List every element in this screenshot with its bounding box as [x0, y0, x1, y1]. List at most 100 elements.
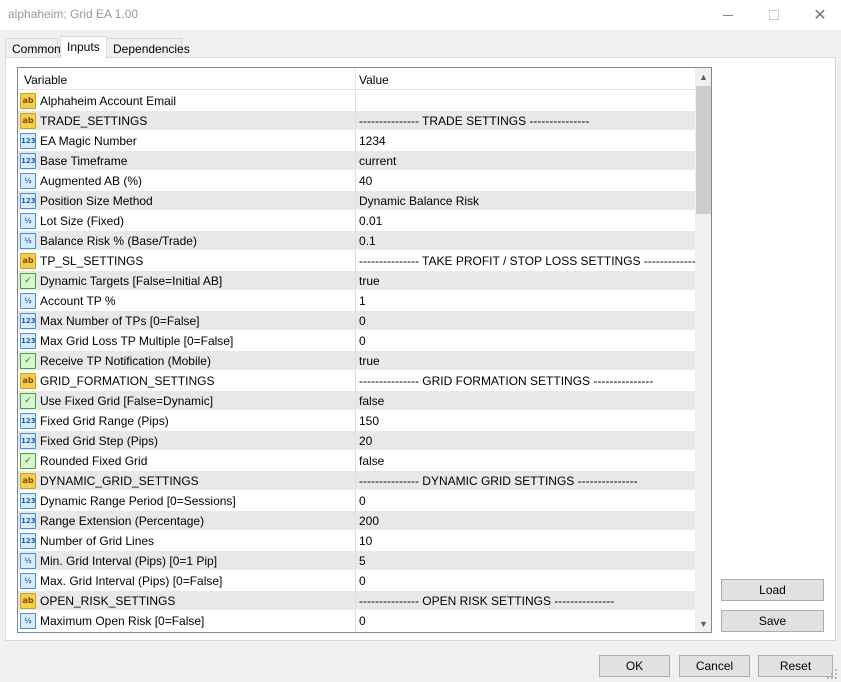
value-cell[interactable]: 200	[356, 511, 695, 531]
column-header-variable[interactable]: Variable	[18, 68, 356, 90]
value-cell[interactable]: 40	[356, 171, 695, 191]
table-row[interactable]: ab Alphaheim Account Email	[18, 91, 695, 111]
variable-cell[interactable]: ab DYNAMIC_GRID_SETTINGS	[18, 471, 356, 491]
value-cell[interactable]: current	[356, 151, 695, 171]
variable-cell[interactable]: 123 EA Magic Number	[18, 131, 356, 151]
vertical-scrollbar[interactable]: ▲ ▼	[695, 68, 711, 632]
value-cell[interactable]: 0	[356, 311, 695, 331]
variable-cell[interactable]: ½ Lot Size (Fixed)	[18, 211, 356, 231]
variable-cell[interactable]: ✓ Rounded Fixed Grid	[18, 451, 356, 471]
table-row[interactable]: ½ Account TP % 1	[18, 291, 695, 311]
value-cell[interactable]: 0	[356, 611, 695, 631]
table-row[interactable]: ½ Maximum Open Risk [0=False] 0	[18, 611, 695, 631]
variable-cell[interactable]: ½ Augmented AB (%)	[18, 171, 356, 191]
variable-cell[interactable]: ½ Balance Risk % (Base/Trade)	[18, 231, 356, 251]
table-row[interactable]: ½ Max. Grid Interval (Pips) [0=False] 0	[18, 571, 695, 591]
table-row[interactable]: 123 Max Grid Loss TP Multiple [0=False] 0	[18, 331, 695, 351]
variable-cell[interactable]: 123 Max Grid Loss TP Multiple [0=False]	[18, 331, 356, 351]
table-row[interactable]: ab TP_SL_SETTINGS --------------- TAKE PRO…	[18, 251, 695, 271]
variable-cell[interactable]: ab TP_SL_SETTINGS	[18, 251, 356, 271]
variable-cell[interactable]: ab GRID_FORMATION_SETTINGS	[18, 371, 356, 391]
scroll-up-icon[interactable]: ▲	[695, 68, 711, 85]
table-row[interactable]: ½ Balance Risk % (Base/Trade) 0.1	[18, 231, 695, 251]
value-cell[interactable]: true	[356, 271, 695, 291]
scroll-thumb[interactable]	[696, 86, 711, 214]
variable-cell[interactable]: ab TRADE_SETTINGS	[18, 111, 356, 131]
column-header-value[interactable]: Value	[356, 68, 695, 90]
variable-cell[interactable]: ✓ Dynamic Targets [False=Initial AB]	[18, 271, 356, 291]
value-cell[interactable]: --------------- TRADE SETTINGS ---------…	[356, 111, 695, 131]
reset-button[interactable]: Reset	[758, 655, 833, 677]
variable-cell[interactable]: 123 Number of Grid Lines	[18, 531, 356, 551]
value-cell[interactable]: 0	[356, 331, 695, 351]
variable-cell[interactable]: 123 Dynamic Range Period [0=Sessions]	[18, 491, 356, 511]
value-cell[interactable]: 0	[356, 491, 695, 511]
variable-cell[interactable]: 123 Position Size Method	[18, 191, 356, 211]
variable-cell[interactable]: ½ Account TP %	[18, 291, 356, 311]
value-cell[interactable]: 1234	[356, 131, 695, 151]
table-row[interactable]: ✓ Dynamic Targets [False=Initial AB] true	[18, 271, 695, 291]
value-cell[interactable]: 20	[356, 431, 695, 451]
value-cell[interactable]: 0.1	[356, 231, 695, 251]
variable-cell[interactable]: 123 Base Timeframe	[18, 151, 356, 171]
table-row[interactable]: 123 Dynamic Range Period [0=Sessions] 0	[18, 491, 695, 511]
value-cell[interactable]: --------------- DYNAMIC GRID SETTINGS --…	[356, 471, 695, 491]
value-cell[interactable]: --------------- OPEN RISK SETTINGS -----…	[356, 591, 695, 611]
table-row[interactable]: ✓ Rounded Fixed Grid false	[18, 451, 695, 471]
variable-cell[interactable]: 123 Max Number of TPs [0=False]	[18, 311, 356, 331]
cancel-button[interactable]: Cancel	[679, 655, 750, 677]
value-cell[interactable]: 10	[356, 531, 695, 551]
table-row[interactable]: 123 Fixed Grid Range (Pips) 150	[18, 411, 695, 431]
resize-grip-icon[interactable]	[826, 668, 838, 680]
table-row[interactable]: ab DYNAMIC_GRID_SETTINGS --------------- D…	[18, 471, 695, 491]
table-row[interactable]: ½ Min. Grid Interval (Pips) [0=1 Pip] 5	[18, 551, 695, 571]
table-row[interactable]: 123 Base Timeframe current	[18, 151, 695, 171]
tab-inputs[interactable]: Inputs	[60, 36, 107, 58]
variable-cell[interactable]: 123 Range Extension (Percentage)	[18, 511, 356, 531]
table-row[interactable]: ab OPEN_RISK_SETTINGS --------------- OPEN…	[18, 591, 695, 611]
value-cell[interactable]: 5	[356, 551, 695, 571]
table-row[interactable]: ½ Augmented AB (%) 40	[18, 171, 695, 191]
ok-button[interactable]: OK	[599, 655, 670, 677]
value-cell[interactable]: --------------- TAKE PROFIT / STOP LOSS …	[356, 251, 695, 271]
variable-cell[interactable]: 123 Fixed Grid Step (Pips)	[18, 431, 356, 451]
table-row[interactable]: 123 EA Magic Number 1234	[18, 131, 695, 151]
table-row[interactable]: ab GRID_FORMATION_SETTINGS ---------------…	[18, 371, 695, 391]
table-row[interactable]: ½ Lot Size (Fixed) 0.01	[18, 211, 695, 231]
table-row[interactable]: ✓ Receive TP Notification (Mobile) true	[18, 351, 695, 371]
variable-cell[interactable]: ✓ Use Fixed Grid [False=Dynamic]	[18, 391, 356, 411]
variable-cell[interactable]: ½ Min. Grid Interval (Pips) [0=1 Pip]	[18, 551, 356, 571]
table-row[interactable]: 123 Fixed Grid Step (Pips) 20	[18, 431, 695, 451]
table-row[interactable]: 123 Max Number of TPs [0=False] 0	[18, 311, 695, 331]
variable-cell[interactable]: ½ Maximum Open Risk [0=False]	[18, 611, 356, 631]
table-row[interactable]: 123 Range Extension (Percentage) 200	[18, 511, 695, 531]
variable-cell[interactable]: ✓ Receive TP Notification (Mobile)	[18, 351, 356, 371]
close-button[interactable]: ✕	[797, 0, 841, 30]
grid-header: Variable Value	[18, 68, 695, 90]
table-row[interactable]: 123 Position Size Method Dynamic Balance R…	[18, 191, 695, 211]
maximize-button[interactable]	[751, 0, 797, 30]
value-cell[interactable]: false	[356, 451, 695, 471]
table-row[interactable]: ab TRADE_SETTINGS --------------- TRADE SE…	[18, 111, 695, 131]
variable-cell[interactable]: ab Alphaheim Account Email	[18, 91, 356, 111]
value-cell[interactable]: Dynamic Balance Risk	[356, 191, 695, 211]
value-cell[interactable]: false	[356, 391, 695, 411]
value-cell[interactable]: 150	[356, 411, 695, 431]
variable-cell[interactable]: 123 Fixed Grid Range (Pips)	[18, 411, 356, 431]
table-row[interactable]: ✓ Use Fixed Grid [False=Dynamic] false	[18, 391, 695, 411]
variable-cell[interactable]: ½ Max. Grid Interval (Pips) [0=False]	[18, 571, 356, 591]
save-button[interactable]: Save	[721, 610, 824, 632]
scroll-down-icon[interactable]: ▼	[695, 615, 711, 632]
minimize-button[interactable]	[705, 0, 751, 30]
value-cell[interactable]: --------------- GRID FORMATION SETTINGS …	[356, 371, 695, 391]
value-cell[interactable]: 0	[356, 571, 695, 591]
value-cell[interactable]: 1	[356, 291, 695, 311]
load-button[interactable]: Load	[721, 579, 824, 601]
tab-common[interactable]: Common	[5, 38, 61, 58]
value-cell[interactable]: true	[356, 351, 695, 371]
value-cell[interactable]: 0.01	[356, 211, 695, 231]
table-row[interactable]: 123 Number of Grid Lines 10	[18, 531, 695, 551]
variable-cell[interactable]: ab OPEN_RISK_SETTINGS	[18, 591, 356, 611]
tab-dependencies[interactable]: Dependencies	[106, 38, 190, 58]
value-cell[interactable]	[356, 91, 695, 111]
